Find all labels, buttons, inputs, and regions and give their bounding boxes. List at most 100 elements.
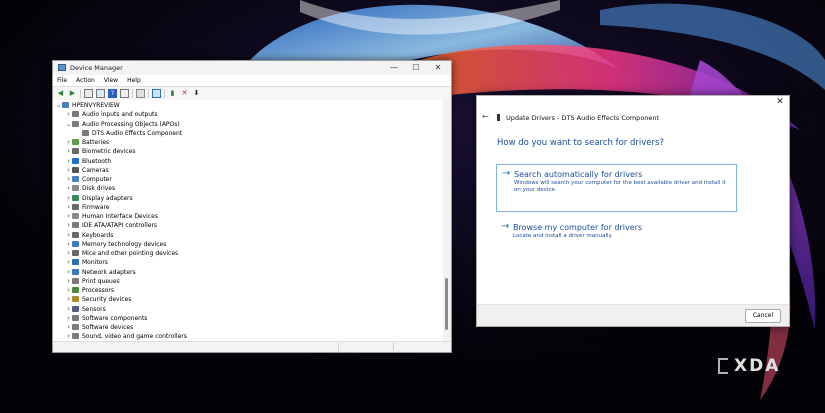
tree-item-label: Cameras (82, 166, 109, 174)
monitor-icon[interactable] (152, 89, 161, 98)
printer-icon (72, 277, 79, 284)
chevron-right-icon[interactable]: › (65, 258, 72, 267)
camera-icon (72, 166, 79, 173)
maximize-button[interactable]: ☐ (405, 61, 427, 75)
cancel-button[interactable]: Cancel (745, 309, 781, 323)
dialog-close-button[interactable]: ✕ (774, 97, 786, 107)
tree-item[interactable]: ⌄ Audio Processing Objects (APOs) (65, 120, 180, 129)
tree-item[interactable]: › Computer (65, 175, 112, 184)
tree-item-label: Software components (82, 314, 148, 322)
help-icon[interactable]: ? (108, 89, 117, 98)
tree-item[interactable]: › Software devices (65, 323, 133, 332)
tree-item[interactable]: › Print queues (65, 277, 120, 286)
chevron-right-icon[interactable]: › (65, 323, 72, 332)
chevron-down-icon[interactable]: ⌄ (55, 103, 62, 109)
chevron-right-icon[interactable]: › (65, 157, 72, 166)
chevron-right-icon[interactable]: › (65, 277, 72, 286)
tree-item[interactable]: › Bluetooth (65, 157, 111, 166)
menu-view[interactable]: View (104, 77, 118, 84)
chevron-right-icon[interactable]: › (65, 268, 72, 277)
chevron-right-icon[interactable]: › (65, 249, 72, 258)
minimize-button[interactable]: — (383, 61, 405, 75)
speaker-icon (72, 333, 79, 340)
tree-item[interactable]: › Mice and other pointing devices (65, 249, 178, 258)
properties-icon[interactable] (84, 89, 93, 98)
update-driver-icon[interactable]: ▮ (168, 89, 177, 98)
menu-action[interactable]: Action (76, 77, 95, 84)
list-icon[interactable] (96, 89, 105, 98)
tree-item-label: Sound, video and game controllers (82, 333, 187, 341)
tree-item[interactable]: › Sensors (65, 305, 106, 314)
tree-item[interactable]: DTS Audio Effects Component (75, 129, 182, 138)
xda-bracket-icon (718, 358, 728, 374)
chevron-right-icon[interactable]: › (65, 184, 72, 193)
vertical-scrollbar[interactable] (443, 100, 451, 342)
tree-item[interactable]: › Audio inputs and outputs (65, 110, 157, 119)
print-icon[interactable] (136, 89, 145, 98)
scrollbar-thumb[interactable] (445, 278, 448, 330)
tree-item-label: Software devices (82, 324, 134, 331)
tree-item[interactable]: › Batteries (65, 138, 109, 147)
tree-item[interactable]: › Processors (65, 286, 114, 295)
display-icon (72, 194, 79, 201)
chevron-right-icon[interactable]: › (65, 231, 72, 240)
chevron-right-icon[interactable]: › (65, 110, 72, 119)
forward-icon[interactable]: ▶ (68, 89, 77, 98)
details-icon[interactable] (120, 89, 129, 98)
tree-item-label: Sensors (82, 305, 106, 313)
uninstall-icon[interactable]: ✕ (180, 89, 189, 98)
chevron-right-icon[interactable]: › (65, 147, 72, 156)
chevron-down-icon[interactable]: ⌄ (65, 121, 72, 128)
dialog-question: How do you want to search for drivers? (497, 138, 664, 148)
chevron-right-icon[interactable]: › (65, 138, 72, 147)
chevron-right-icon[interactable]: › (65, 175, 72, 184)
tree-item[interactable]: › Monitors (65, 258, 108, 267)
xda-logo-text: XDA (734, 356, 781, 376)
download-icon[interactable]: ⬇ (192, 89, 201, 98)
chevron-right-icon[interactable]: › (65, 314, 72, 323)
chevron-right-icon[interactable]: › (65, 286, 72, 295)
chevron-right-icon[interactable]: › (65, 332, 72, 341)
tree-item[interactable]: › Security devices (65, 295, 131, 304)
chevron-right-icon[interactable]: › (65, 240, 72, 249)
tree-item[interactable]: › Human Interface Devices (65, 212, 158, 221)
tree-item-label: Memory technology devices (82, 240, 167, 248)
tree-item[interactable]: › Keyboards (65, 231, 113, 240)
tree-item-label: Human Interface Devices (82, 213, 158, 220)
tree-item[interactable]: › Sound, video and game controllers (65, 332, 187, 341)
browse-computer-option[interactable]: → Browse my computer for drivers Locate … (496, 218, 737, 246)
chevron-right-icon[interactable]: › (65, 166, 72, 175)
tree-item[interactable]: ⌄ HPENVYREVIEW (55, 101, 120, 110)
back-icon[interactable]: ◀ (56, 89, 65, 98)
tree-item[interactable]: › Memory technology devices (65, 240, 166, 249)
tree-item[interactable]: › Biometric devices (65, 147, 135, 156)
status-divider (338, 343, 339, 351)
toolbar-separator (80, 89, 81, 98)
tree-item[interactable]: › Cameras (65, 166, 109, 175)
tree-item[interactable]: › Software components (65, 314, 147, 323)
chevron-right-icon[interactable]: › (65, 305, 72, 314)
tree-item-label: Monitors (82, 259, 108, 267)
close-button[interactable]: ✕ (427, 61, 449, 75)
menu-help[interactable]: Help (127, 77, 141, 84)
back-arrow-icon[interactable]: ← (482, 112, 489, 121)
tree-item[interactable]: › Network adapters (65, 268, 135, 277)
tree-item[interactable]: › Firmware (65, 203, 109, 212)
network-icon (72, 268, 79, 275)
device-manager-titlebar[interactable]: Device Manager — ☐ ✕ (53, 61, 451, 75)
tree-item[interactable]: › Disk drives (65, 184, 115, 193)
toolbar-separator (132, 89, 133, 98)
tree-item-label: Processors (82, 287, 115, 294)
chevron-right-icon[interactable]: › (65, 194, 72, 203)
chevron-right-icon[interactable]: › (65, 221, 72, 230)
chevron-right-icon[interactable]: › (65, 212, 72, 221)
menu-file[interactable]: File (57, 77, 67, 84)
tree-item[interactable]: › IDE ATA/ATAPI controllers (65, 221, 157, 230)
tree-item[interactable]: › Display adapters (65, 194, 133, 203)
chevron-right-icon[interactable]: › (65, 203, 72, 212)
search-automatically-option[interactable]: → Search automatically for drivers Windo… (496, 164, 737, 212)
dialog-title: Update Drivers - DTS Audio Effects Compo… (506, 114, 660, 122)
chevron-right-icon[interactable]: › (65, 295, 72, 304)
tree-item-label: Audio Processing Objects (APOs) (82, 120, 180, 128)
speaker-icon (72, 120, 79, 127)
